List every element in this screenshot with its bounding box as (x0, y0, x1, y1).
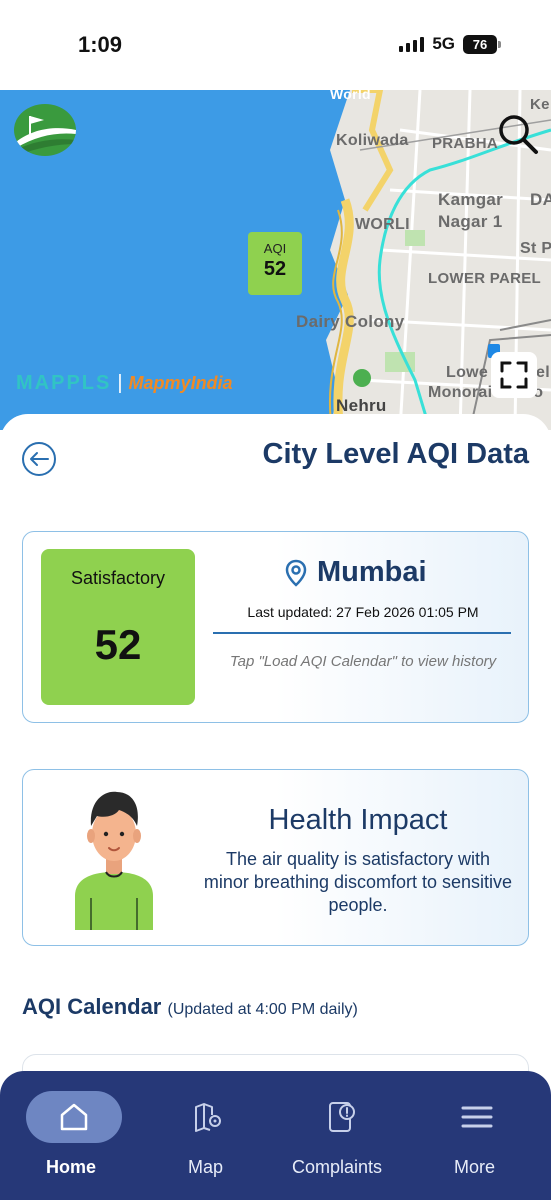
battery-icon: 76 (463, 34, 501, 54)
map-label: Dairy Colony (296, 312, 405, 331)
map-label: Ke (530, 96, 550, 113)
complaint-icon[interactable] (294, 1091, 390, 1143)
nav-label-complaints[interactable]: Complaints (292, 1157, 382, 1178)
map-label: el (536, 364, 550, 381)
health-impact-card: Health Impact The air quality is satisfa… (22, 769, 529, 946)
app-logo[interactable] (14, 104, 76, 156)
map-label: Koliwada (336, 132, 409, 149)
last-updated: Last updated: 27 Feb 2026 01:05 PM (247, 604, 479, 620)
nav-label-map[interactable]: Map (188, 1157, 223, 1178)
battery-level: 76 (463, 34, 497, 54)
map-label: Kamgar (438, 190, 504, 209)
aqi-marker-value: 52 (263, 258, 287, 280)
map-label: St P (520, 240, 551, 257)
mappls-logo: MAPPLS (16, 372, 112, 394)
person-avatar (71, 786, 157, 930)
health-impact-title: Health Impact (268, 804, 448, 836)
health-impact-text: The air quality is satisfactory with min… (203, 849, 513, 915)
map-label: World (330, 90, 371, 102)
aqi-category: Satisfactory (70, 568, 166, 588)
aqi-calendar-heading: AQI Calendar (Updated at 4:00 PM daily) (22, 994, 358, 1020)
fullscreen-icon[interactable] (491, 352, 537, 398)
calendar-hint: Tap "Load AQI Calendar" to view history (229, 653, 497, 670)
map-label: WORLI (355, 216, 410, 233)
map-label: DA (530, 190, 551, 209)
status-time: 1:09 (78, 32, 123, 57)
bottom-navigation: Home Map Complaints More (0, 1071, 551, 1200)
network-type: 5G (432, 34, 455, 53)
search-icon[interactable] (496, 112, 540, 156)
aqi-summary-card: Satisfactory 52 Mumbai Last updated: 27 … (22, 531, 529, 723)
status-bar: 1:09 5G 76 (0, 0, 551, 90)
aqi-map-marker[interactable]: AQI 52 (248, 232, 302, 295)
city-row: Mumbai (285, 556, 427, 589)
map-label: Nagar 1 (438, 212, 503, 231)
divider (213, 632, 511, 634)
map-label: Lowe (446, 364, 489, 381)
aqi-calendar-title: AQI Calendar (22, 994, 162, 1019)
back-button[interactable] (22, 442, 56, 476)
nav-label-home[interactable]: Home (46, 1157, 96, 1178)
status-indicators: 5G 76 (399, 34, 501, 54)
attribution-separator: | (117, 372, 123, 394)
map-pin-icon[interactable] (160, 1091, 256, 1143)
map-label: PRABHA (432, 135, 498, 152)
page-title: City Level AQI Data (262, 438, 529, 470)
nav-label-more[interactable]: More (454, 1157, 495, 1178)
arrow-left-icon (30, 452, 49, 466)
aqi-value: 52 (94, 621, 142, 668)
mapmyindia-logo: MapmyIndia (128, 373, 233, 393)
map-attribution: MAPPLS | MapmyIndia (16, 372, 233, 395)
city-name: Mumbai (317, 556, 427, 588)
menu-icon[interactable] (429, 1091, 525, 1143)
aqi-value-box: Satisfactory 52 (41, 549, 195, 705)
map-label: Nehru (336, 396, 387, 415)
map-label: LOWER PAREL (428, 270, 542, 287)
location-pin-icon (285, 559, 307, 587)
aqi-marker-label: AQI (263, 241, 287, 256)
home-icon[interactable] (26, 1091, 122, 1143)
aqi-calendar-subtitle: (Updated at 4:00 PM daily) (167, 1001, 358, 1018)
signal-icon (399, 36, 425, 52)
